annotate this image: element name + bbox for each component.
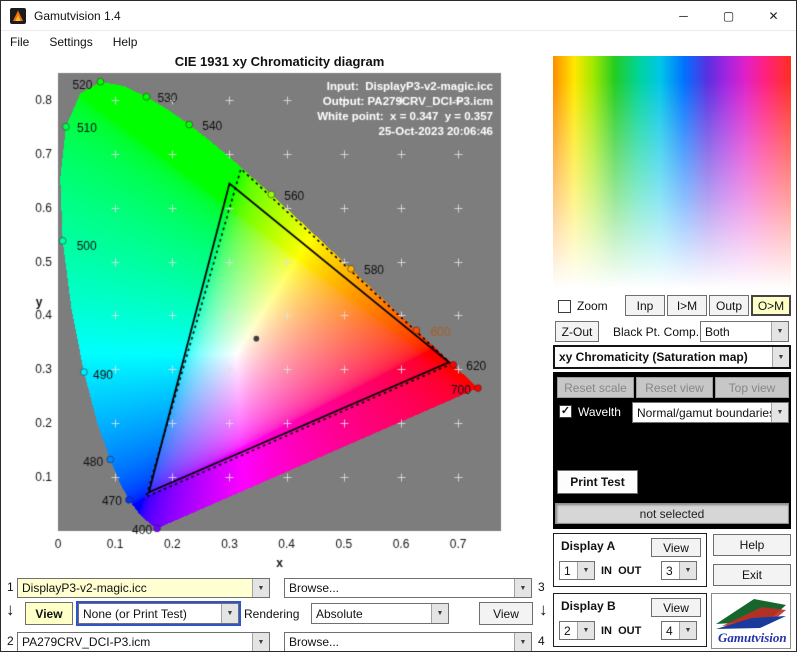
print-test-button[interactable]: Print Test xyxy=(557,470,638,494)
combo-value: Normal/gamut boundaries xyxy=(633,403,771,422)
combo-value: Absolute xyxy=(312,604,431,623)
display-b-title: Display B xyxy=(561,599,616,613)
input-profile-combo[interactable]: DisplayP3-v2-magic.icc ▼ xyxy=(17,578,270,598)
combo-value: 2 xyxy=(560,622,577,639)
rendering-label: Rendering xyxy=(244,607,299,621)
combo-value: Browse... xyxy=(285,579,514,597)
dropdown-arrow-icon: ▼ xyxy=(679,562,696,579)
dropdown-arrow-icon: ▼ xyxy=(771,403,788,422)
exit-button[interactable]: Exit xyxy=(713,564,791,586)
combo-value: Browse... xyxy=(285,633,514,651)
dropdown-arrow-icon: ▼ xyxy=(252,579,269,597)
check-icon: ✓ xyxy=(561,406,570,417)
dropdown-arrow-icon: ▼ xyxy=(679,622,696,639)
wavelength-label: Wavelth xyxy=(578,405,621,419)
combo-value: 1 xyxy=(560,562,577,579)
menu-help[interactable]: Help xyxy=(113,35,138,49)
display-a-group: Display A View 1 ▼ IN OUT 3 ▼ xyxy=(553,533,707,587)
reset-scale-button[interactable]: Reset scale xyxy=(557,377,634,398)
zoom-checkbox[interactable] xyxy=(558,300,571,313)
flow-down-arrow-icon-right: ↓ xyxy=(539,601,548,618)
browse-input-combo[interactable]: Browse... ▼ xyxy=(284,578,532,598)
display-a-title: Display A xyxy=(561,539,615,553)
menu-file[interactable]: File xyxy=(10,35,29,49)
display-b-group: Display B View 2 ▼ IN OUT 4 ▼ xyxy=(553,593,707,647)
combo-value: 4 xyxy=(662,622,679,639)
logo-text-svg: Gamutvision xyxy=(718,630,787,645)
app-window: Gamutvision 1.4 ─ ▢ ✕ File Settings Help… xyxy=(0,0,797,652)
display-b-out-select[interactable]: 4 ▼ xyxy=(661,621,697,640)
test-pattern-select[interactable]: None (or Print Test) ▼ xyxy=(78,603,239,624)
minimize-button[interactable]: ─ xyxy=(661,1,706,30)
slot4-number: 4 xyxy=(538,634,545,648)
gamutvision-logo: Gamutvision xyxy=(711,593,791,649)
dropdown-arrow-icon: ▼ xyxy=(514,633,531,651)
black-point-comp-label: Black Pt. Comp. xyxy=(613,325,699,339)
combo-value: PA279CRV_DCI-P3.icm xyxy=(18,633,252,651)
dropdown-arrow-icon: ▼ xyxy=(431,604,448,623)
output-to-monitor-button[interactable]: O>M xyxy=(751,295,791,316)
cie-chromaticity-diagram[interactable] xyxy=(26,71,546,569)
zoom-label: Zoom xyxy=(577,299,608,313)
saturation-map-preview xyxy=(553,56,791,296)
display-b-view-button[interactable]: View xyxy=(651,598,701,617)
gamut-boundaries-select[interactable]: Normal/gamut boundaries ▼ xyxy=(632,402,789,423)
combo-value: DisplayP3-v2-magic.icc xyxy=(18,579,252,597)
browse-output-combo[interactable]: Browse... ▼ xyxy=(284,632,532,652)
combo-value: 3 xyxy=(662,562,679,579)
output-profile-combo[interactable]: PA279CRV_DCI-P3.icm ▼ xyxy=(17,632,270,652)
display-b-in-select[interactable]: 2 ▼ xyxy=(559,621,595,640)
selection-status: not selected xyxy=(555,503,789,524)
dropdown-arrow-icon: ▼ xyxy=(772,347,789,367)
flow-down-arrow-icon-left: ↓ xyxy=(6,601,15,618)
display-a-inout-label: IN OUT xyxy=(601,565,641,577)
dropdown-arrow-icon: ▼ xyxy=(577,622,594,639)
close-button[interactable]: ✕ xyxy=(751,1,796,30)
view-right-button[interactable]: View xyxy=(479,602,533,625)
window-title: Gamutvision 1.4 xyxy=(34,9,121,23)
app-icon xyxy=(10,8,26,24)
menu-settings[interactable]: Settings xyxy=(49,35,92,49)
dropdown-arrow-icon: ▼ xyxy=(771,322,788,341)
wavelength-checkbox[interactable]: ✓ xyxy=(559,405,572,418)
view-mode-select[interactable]: xy Chromaticity (Saturation map) ▼ xyxy=(553,345,791,369)
display-a-out-select[interactable]: 3 ▼ xyxy=(661,561,697,580)
help-button[interactable]: Help xyxy=(713,534,791,556)
chart-title: CIE 1931 xy Chromaticity diagram xyxy=(58,54,501,69)
inp-button[interactable]: Inp xyxy=(625,295,665,316)
zoom-out-button[interactable]: Z-Out xyxy=(555,321,599,342)
slot1-number: 1 xyxy=(7,580,14,594)
slot3-number: 3 xyxy=(538,580,545,594)
dropdown-arrow-icon: ▼ xyxy=(577,562,594,579)
display-a-in-select[interactable]: 1 ▼ xyxy=(559,561,595,580)
outp-button[interactable]: Outp xyxy=(709,295,749,316)
rendering-intent-select[interactable]: Absolute ▼ xyxy=(311,603,449,624)
titlebar: Gamutvision 1.4 ─ ▢ ✕ xyxy=(1,1,796,31)
dropdown-arrow-icon: ▼ xyxy=(221,604,238,623)
maximize-button[interactable]: ▢ xyxy=(706,1,751,30)
display-a-view-button[interactable]: View xyxy=(651,538,701,557)
combo-value: None (or Print Test) xyxy=(79,604,221,623)
view-left-button[interactable]: View xyxy=(25,602,73,625)
window-controls: ─ ▢ ✕ xyxy=(661,1,796,30)
combo-value: xy Chromaticity (Saturation map) xyxy=(555,347,772,367)
top-view-button[interactable]: Top view xyxy=(715,377,789,398)
dropdown-arrow-icon: ▼ xyxy=(252,633,269,651)
black-point-comp-select[interactable]: Both ▼ xyxy=(700,321,789,342)
display-b-inout-label: IN OUT xyxy=(601,625,641,637)
input-to-monitor-button[interactable]: I>M xyxy=(667,295,707,316)
dropdown-arrow-icon: ▼ xyxy=(514,579,531,597)
slot2-number: 2 xyxy=(7,634,14,648)
menubar: File Settings Help xyxy=(1,31,796,53)
reset-view-button[interactable]: Reset view xyxy=(636,377,713,398)
combo-value: Both xyxy=(701,322,771,341)
